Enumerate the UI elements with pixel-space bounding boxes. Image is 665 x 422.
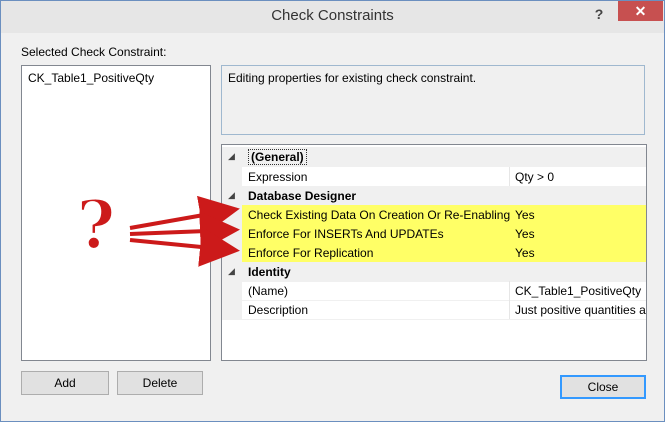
arrow-to-check-existing: [129, 195, 240, 236]
arrow-to-enforce-inserts: [129, 211, 240, 252]
question-mark-icon: ?: [77, 186, 116, 264]
annotation-overlay: ?: [76, 185, 240, 267]
arrow-to-enforce-replication: [129, 226, 240, 267]
